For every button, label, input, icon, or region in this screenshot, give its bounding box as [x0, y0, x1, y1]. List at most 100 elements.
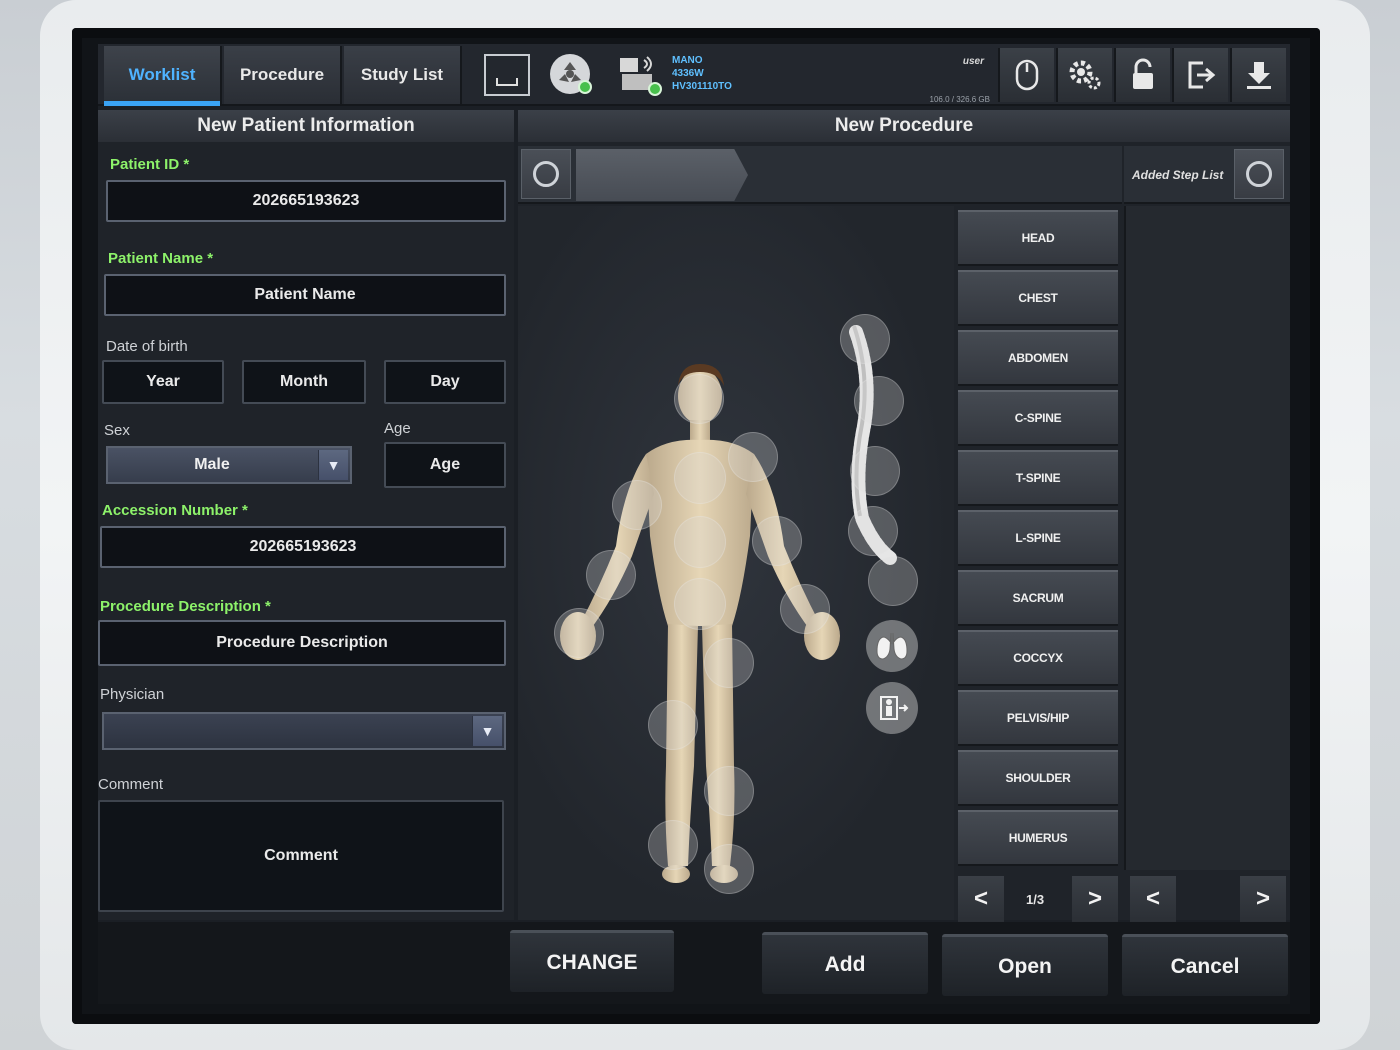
- dob-day-field[interactable]: Day: [384, 360, 506, 404]
- hotspot-tibia[interactable]: [704, 766, 754, 816]
- added-step-list-label: Added Step List: [1132, 168, 1224, 182]
- rotate-icon: [1246, 161, 1272, 187]
- sex-select[interactable]: Male ▼: [106, 446, 352, 484]
- hotspot-coccyx[interactable]: [868, 556, 918, 606]
- lungs-button[interactable]: [866, 620, 918, 672]
- hotspot-chest[interactable]: [674, 452, 726, 504]
- hotspot-foot[interactable]: [704, 844, 754, 894]
- hotspot-pelvis[interactable]: [674, 578, 726, 630]
- mouse-button[interactable]: [998, 48, 1054, 102]
- hotspot-forearm[interactable]: [586, 550, 636, 600]
- patient-id-field[interactable]: 202665193623: [106, 180, 506, 222]
- procedure-next-button[interactable]: >: [1072, 876, 1118, 922]
- logout-button[interactable]: [1172, 48, 1228, 102]
- cancel-button[interactable]: Cancel: [1122, 934, 1288, 996]
- top-bar: Worklist Procedure Study List MANO 4336W…: [98, 44, 1290, 106]
- hotspot-elbow[interactable]: [752, 516, 802, 566]
- dob-label: Date of birth: [106, 338, 188, 355]
- tab-worklist[interactable]: Worklist: [104, 46, 222, 106]
- hotspot-femur[interactable]: [704, 638, 754, 688]
- procedure-panel-title: New Procedure: [518, 110, 1290, 142]
- hotspot-forearm-right[interactable]: [780, 584, 830, 634]
- procedure-item-humerus[interactable]: HUMERUS: [958, 810, 1118, 866]
- added-next-button[interactable]: >: [1240, 876, 1286, 922]
- download-button[interactable]: [1230, 48, 1286, 102]
- body-diagram[interactable]: [518, 206, 954, 920]
- hotspot-humerus[interactable]: [612, 480, 662, 530]
- xray-tube-icon: [550, 54, 592, 94]
- detector-name: MANO: [672, 55, 703, 66]
- tray-button[interactable]: [484, 54, 530, 96]
- procedure-panel: New Procedure Added Step List HEAD CHEST…: [518, 110, 1290, 922]
- add-button[interactable]: Add: [762, 932, 928, 994]
- download-icon: [1247, 62, 1271, 89]
- hotspot-shoulder[interactable]: [728, 432, 778, 482]
- dob-year-field[interactable]: Year: [102, 360, 224, 404]
- hotspot-t-spine[interactable]: [854, 376, 904, 426]
- procedure-item-head[interactable]: HEAD: [958, 210, 1118, 266]
- tray-icon: [496, 78, 518, 86]
- rotate-icon: [533, 161, 559, 187]
- procedure-item-c-spine[interactable]: C-SPINE: [958, 390, 1118, 446]
- procedure-list: HEAD CHEST ABDOMEN C-SPINE T-SPINE L-SPI…: [956, 210, 1120, 870]
- procedure-item-sacrum[interactable]: SACRUM: [958, 570, 1118, 626]
- chevron-down-icon[interactable]: ▼: [472, 716, 502, 746]
- age-field[interactable]: Age: [384, 442, 506, 488]
- detector-model: 4336W: [672, 68, 704, 79]
- mouse-icon: [1015, 59, 1039, 91]
- breadcrumb[interactable]: [576, 149, 748, 201]
- chevron-down-icon[interactable]: ▼: [318, 450, 348, 480]
- hotspot-c-spine[interactable]: [840, 314, 890, 364]
- patient-name-field[interactable]: Patient Name: [104, 274, 506, 316]
- accession-field[interactable]: 202665193623: [100, 526, 506, 568]
- hotspot-knee[interactable]: [648, 700, 698, 750]
- dob-month-field[interactable]: Month: [242, 360, 366, 404]
- tube-status-dot: [578, 80, 592, 94]
- added-step-reset-button[interactable]: [1234, 149, 1284, 199]
- positioning-button[interactable]: [866, 682, 918, 734]
- procedure-item-l-spine[interactable]: L-SPINE: [958, 510, 1118, 566]
- storage-info: 106.0 / 326.6 GB: [929, 95, 991, 104]
- procedure-item-pelvis-hip[interactable]: PELVIS/HIP: [958, 690, 1118, 746]
- user-label: user: [962, 56, 984, 67]
- hotspot-abdomen[interactable]: [674, 516, 726, 568]
- tab-procedure[interactable]: Procedure: [224, 46, 342, 104]
- hotspot-sacrum[interactable]: [848, 506, 898, 556]
- tab-study-list[interactable]: Study List: [344, 46, 462, 104]
- unlock-button[interactable]: [1114, 48, 1170, 102]
- sex-label: Sex: [104, 422, 130, 439]
- hotspot-head[interactable]: [674, 374, 724, 424]
- change-button[interactable]: CHANGE: [510, 930, 674, 992]
- hotspot-hand[interactable]: [554, 608, 604, 658]
- procedure-item-t-spine[interactable]: T-SPINE: [958, 450, 1118, 506]
- open-button[interactable]: Open: [942, 934, 1108, 996]
- procedure-item-coccyx[interactable]: COCCYX: [958, 630, 1118, 686]
- patient-name-label: Patient Name *: [108, 250, 214, 267]
- status-area: MANO 4336W HV301110TO user 106.0 / 326.6…: [468, 48, 998, 104]
- sex-value: Male: [194, 456, 230, 473]
- detector-icon: [618, 54, 662, 96]
- reset-button[interactable]: [521, 149, 571, 199]
- accession-label: Accession Number *: [102, 502, 248, 519]
- procedure-item-shoulder[interactable]: SHOULDER: [958, 750, 1118, 806]
- comment-label: Comment: [98, 776, 164, 793]
- physician-select[interactable]: ▼: [102, 712, 506, 750]
- logout-icon: [1188, 61, 1216, 89]
- procedure-desc-field[interactable]: Procedure Description: [98, 620, 506, 666]
- added-prev-button[interactable]: <: [1130, 876, 1176, 922]
- comment-field[interactable]: Comment: [98, 800, 504, 912]
- lungs-icon: [876, 632, 908, 660]
- hotspot-l-spine[interactable]: [850, 446, 900, 496]
- procedure-item-chest[interactable]: CHEST: [958, 270, 1118, 326]
- settings-button[interactable]: [1056, 48, 1112, 102]
- age-label: Age: [384, 420, 411, 437]
- settings-icon: [1069, 60, 1101, 90]
- patient-info-panel: New Patient Information Patient ID * 202…: [98, 110, 514, 920]
- procedure-item-abdomen[interactable]: ABDOMEN: [958, 330, 1118, 386]
- positioning-icon: [880, 696, 909, 720]
- patient-panel-title: New Patient Information: [98, 110, 514, 142]
- app-window: Worklist Procedure Study List MANO 4336W…: [98, 44, 1290, 1004]
- physician-label: Physician: [100, 686, 165, 703]
- procedure-prev-button[interactable]: <: [958, 876, 1004, 922]
- hotspot-ankle[interactable]: [648, 820, 698, 870]
